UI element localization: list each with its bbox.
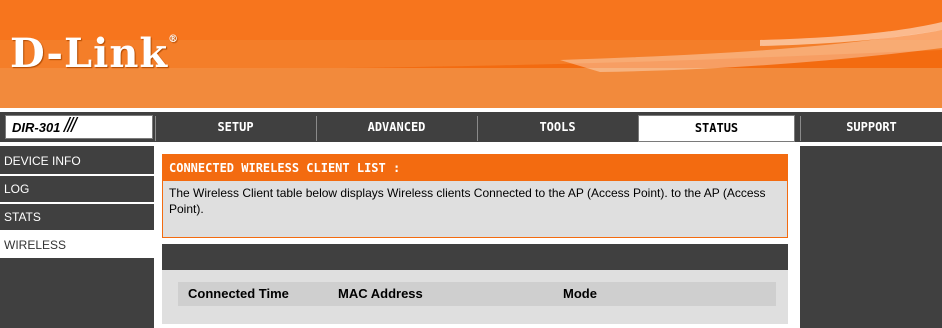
section-description: The Wireless Client table below displays… (169, 186, 766, 216)
sidebar-item-log[interactable]: LOG (0, 176, 154, 204)
tab-status[interactable]: STATUS (638, 115, 795, 142)
client-list-info-panel: CONNECTED WIRELESS CLIENT LIST : The Wir… (162, 154, 788, 238)
column-connected-time: Connected Time (188, 286, 289, 301)
top-nav-bar: DIR-301 /// SETUP ADVANCED TOOLS STATUS … (0, 112, 942, 142)
client-table-panel: Connected Time MAC Address Mode (162, 244, 788, 324)
main-content: CONNECTED WIRELESS CLIENT LIST : The Wir… (154, 146, 800, 328)
model-name: DIR-301 (12, 120, 61, 135)
section-title: CONNECTED WIRELESS CLIENT LIST : (163, 155, 787, 181)
router-admin-page: D-Link® DIR-301 /// SETUP ADVANCED TOOLS… (0, 0, 942, 328)
tab-setup[interactable]: SETUP (155, 116, 315, 141)
model-badge: DIR-301 /// (5, 115, 153, 139)
sidebar-item-device-info[interactable]: DEVICE INFO (0, 148, 154, 176)
sidebar-item-wireless[interactable]: WIRELESS (0, 232, 154, 260)
column-mac-address: MAC Address (338, 286, 423, 301)
tab-tools[interactable]: TOOLS (477, 116, 637, 141)
tab-advanced[interactable]: ADVANCED (316, 116, 476, 141)
header-banner: D-Link® (0, 0, 942, 108)
nav-separator (0, 142, 942, 144)
logo-text: D-Link (10, 30, 169, 77)
right-help-column (800, 146, 942, 328)
column-mode: Mode (563, 286, 597, 301)
dlink-logo: D-Link® (10, 30, 179, 77)
sidebar: DEVICE INFO LOG STATS WIRELESS (0, 146, 154, 328)
registered-mark: ® (168, 34, 180, 45)
sidebar-item-stats[interactable]: STATS (0, 204, 154, 232)
tab-support[interactable]: SUPPORT (800, 116, 942, 141)
model-slashes: /// (64, 115, 77, 137)
client-table-header: Connected Time MAC Address Mode (178, 282, 776, 306)
client-table-panel-header (162, 244, 788, 270)
